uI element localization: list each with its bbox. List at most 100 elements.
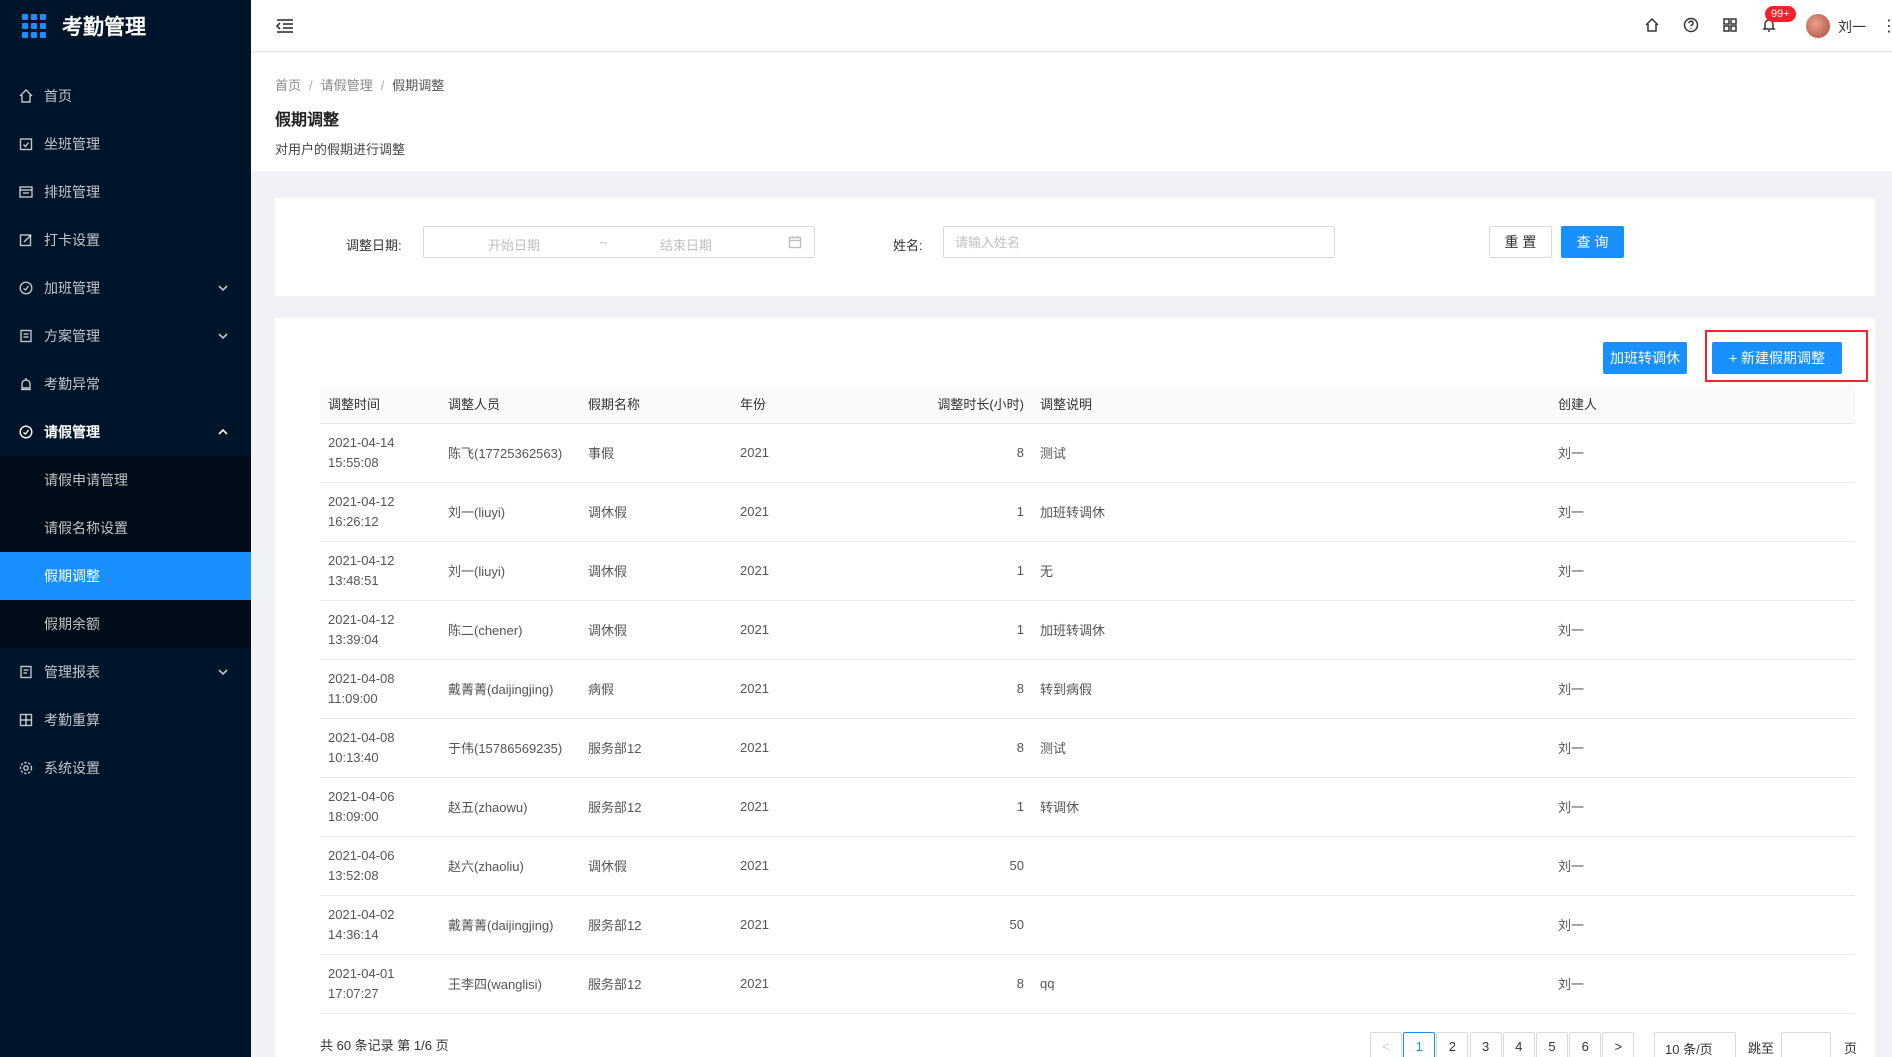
col-adjust-time[interactable]: 调整时间: [320, 385, 440, 424]
page-1[interactable]: 1: [1403, 1032, 1436, 1057]
sidebar-item-0[interactable]: 首页: [0, 72, 251, 120]
table-row[interactable]: 2021-04-12 13:39:04 陈二(chener) 调休假 2021 1 加班转调…: [320, 600, 1855, 660]
col-note[interactable]: 调整说明: [1032, 385, 1550, 424]
cell-creator: 刘一: [1550, 836, 1855, 896]
calendar-icon: [788, 235, 802, 252]
cell-person: 刘一(liuyi): [440, 541, 580, 601]
cell-leave-name: 调休假: [580, 836, 732, 896]
table-row[interactable]: 2021-04-08 11:09:00 戴菁菁(daijingjing) 病假 2021…: [320, 659, 1855, 719]
name-input[interactable]: [943, 226, 1335, 258]
cell-person: 刘一(liuyi): [440, 482, 580, 542]
page-5[interactable]: 5: [1536, 1032, 1568, 1057]
page-size-select[interactable]: 10 条/页 ⌄: [1654, 1032, 1736, 1057]
page-3[interactable]: 3: [1469, 1032, 1502, 1057]
table-row[interactable]: 2021-04-14 15:55:08 陈飞(17725362563) 事假 2021 8…: [320, 423, 1855, 483]
overtime-to-leave-button[interactable]: 加班转调休: [1603, 342, 1687, 374]
date-range-picker[interactable]: 开始日期 ~ 结束日期: [423, 226, 815, 258]
cell-creator: 刘一: [1550, 718, 1855, 778]
help-icon[interactable]: [1683, 17, 1701, 35]
submenu-item-1[interactable]: 请假名称设置: [0, 504, 251, 552]
cell-year: 2021: [732, 836, 852, 896]
sidebar-item-after-2[interactable]: 系统设置: [0, 744, 251, 792]
cell-time: 2021-04-08 11:09:00: [320, 659, 440, 719]
submenu-item-3[interactable]: 假期余额: [0, 600, 251, 648]
menu-item-label: 考勤重算: [44, 712, 100, 728]
sidebar-item-7[interactable]: 请假管理: [0, 408, 251, 456]
submenu-item-0[interactable]: 请假申请管理: [0, 456, 251, 504]
sidebar-item-6[interactable]: 考勤异常: [0, 360, 251, 408]
page-title: 假期调整: [275, 112, 340, 129]
menu-item-label: 坐班管理: [44, 136, 100, 152]
breadcrumb-leave-management[interactable]: 请假管理: [321, 78, 373, 93]
sidebar-item-after-0[interactable]: 管理报表: [0, 648, 251, 696]
edit-icon: [18, 232, 34, 248]
table-row[interactable]: 2021-04-01 17:07:27 王李四(wanglisi) 服务部12 2021…: [320, 954, 1855, 1014]
submenu-item-2[interactable]: 假期调整: [0, 552, 251, 600]
cell-year: 2021: [732, 777, 852, 837]
table-row[interactable]: 2021-04-12 13:48:51 刘一(liuyi) 调休假 2021 1 无刘一: [320, 541, 1855, 601]
cell-person: 陈二(chener): [440, 600, 580, 660]
query-button[interactable]: 查 询: [1561, 226, 1624, 258]
avatar[interactable]: [1806, 14, 1830, 38]
chevron-down-icon: [217, 281, 231, 295]
app-logo[interactable]: 考勤管理: [0, 0, 251, 52]
menu-fold-icon[interactable]: [275, 16, 295, 36]
sidebar: 考勤管理 首页坐班管理排班管理 打卡设置 加班管理 方案管理考勤异常请假管理 请假申请管…: [0, 0, 251, 1057]
sidebar-item-3[interactable]: 打卡设置: [0, 216, 251, 264]
next-page-button[interactable]: >: [1602, 1032, 1635, 1057]
page-4[interactable]: 4: [1502, 1032, 1535, 1057]
sidebar-item-1[interactable]: 坐班管理: [0, 120, 251, 168]
menu-item-label: 管理报表: [44, 664, 100, 680]
sidebar-item-4[interactable]: 加班管理: [0, 264, 251, 312]
cell-creator: 刘一: [1550, 659, 1855, 719]
cell-person: 赵五(zhaowu): [440, 777, 580, 837]
cell-creator: 刘一: [1550, 482, 1855, 542]
table-row[interactable]: 2021-04-02 14:36:14 戴菁菁(daijingjing) 服务部12 2…: [320, 895, 1855, 955]
col-person[interactable]: 调整人员: [440, 385, 580, 424]
cell-creator: 刘一: [1550, 541, 1855, 601]
username[interactable]: 刘一: [1838, 17, 1866, 37]
breadcrumb-current: 假期调整: [392, 78, 445, 93]
page-header: 首页 / 请假管理 / 假期调整 假期调整 对用户的假期进行调整: [251, 53, 1892, 171]
cell-note: 转到病假: [1032, 659, 1550, 719]
breadcrumb-home[interactable]: 首页: [275, 78, 301, 93]
prev-page-button[interactable]: <: [1370, 1032, 1402, 1057]
col-year[interactable]: 年份: [732, 385, 852, 424]
page-6[interactable]: 6: [1569, 1032, 1602, 1057]
table-header-row: 调整时间 调整人员 假期名称 年份 调整时长(小时) 调整说明 创建人: [320, 385, 1855, 424]
notification-badge: 99+: [1765, 6, 1796, 22]
cell-hours: 8: [852, 659, 1032, 719]
reset-button[interactable]: 重 置: [1489, 226, 1552, 258]
app-title: 考勤管理: [62, 16, 146, 39]
home-icon[interactable]: [1644, 17, 1662, 35]
apps-icon[interactable]: [1722, 17, 1740, 35]
new-adjustment-button[interactable]: + 新建假期调整: [1712, 342, 1842, 374]
col-leave-name[interactable]: 假期名称: [580, 385, 732, 424]
jump-page-input[interactable]: [1781, 1032, 1831, 1057]
cell-leave-name: 调休假: [580, 482, 732, 542]
col-creator[interactable]: 创建人: [1550, 385, 1855, 424]
table-row[interactable]: 2021-04-06 13:52:08 赵六(zhaoliu) 调休假 2021 50 刘一: [320, 836, 1855, 896]
cell-person: 戴菁菁(daijingjing): [440, 895, 580, 955]
cell-leave-name: 服务部12: [580, 718, 732, 778]
table-row[interactable]: 2021-04-08 10:13:40 于伟(15786569235) 服务部12 20…: [320, 718, 1855, 778]
cell-note: 测试: [1032, 718, 1550, 778]
menu-item-label: 考勤异常: [44, 376, 100, 392]
sidebar-item-after-1[interactable]: 考勤重算: [0, 696, 251, 744]
more-icon[interactable]: ⋮: [1881, 16, 1892, 36]
sidebar-item-2[interactable]: 排班管理: [0, 168, 251, 216]
page-2[interactable]: 2: [1436, 1032, 1469, 1057]
cell-time: 2021-04-08 10:13:40: [320, 718, 440, 778]
cell-note: 加班转调休: [1032, 600, 1550, 660]
cell-person: 赵六(zhaoliu): [440, 836, 580, 896]
sidebar-item-5[interactable]: 方案管理: [0, 312, 251, 360]
cell-hours: 1: [852, 482, 1032, 542]
table-row[interactable]: 2021-04-06 18:09:00 赵五(zhaowu) 服务部12 2021 1 转调…: [320, 777, 1855, 837]
table-row[interactable]: 2021-04-12 16:26:12 刘一(liuyi) 调休假 2021 1 加班转调休…: [320, 482, 1855, 542]
cell-time: 2021-04-14 15:55:08: [320, 423, 440, 483]
col-hours[interactable]: 调整时长(小时): [852, 385, 1032, 424]
cell-leave-name: 病假: [580, 659, 732, 719]
home-icon: [18, 88, 34, 104]
cell-hours: 50: [852, 895, 1032, 955]
cell-year: 2021: [732, 423, 852, 483]
